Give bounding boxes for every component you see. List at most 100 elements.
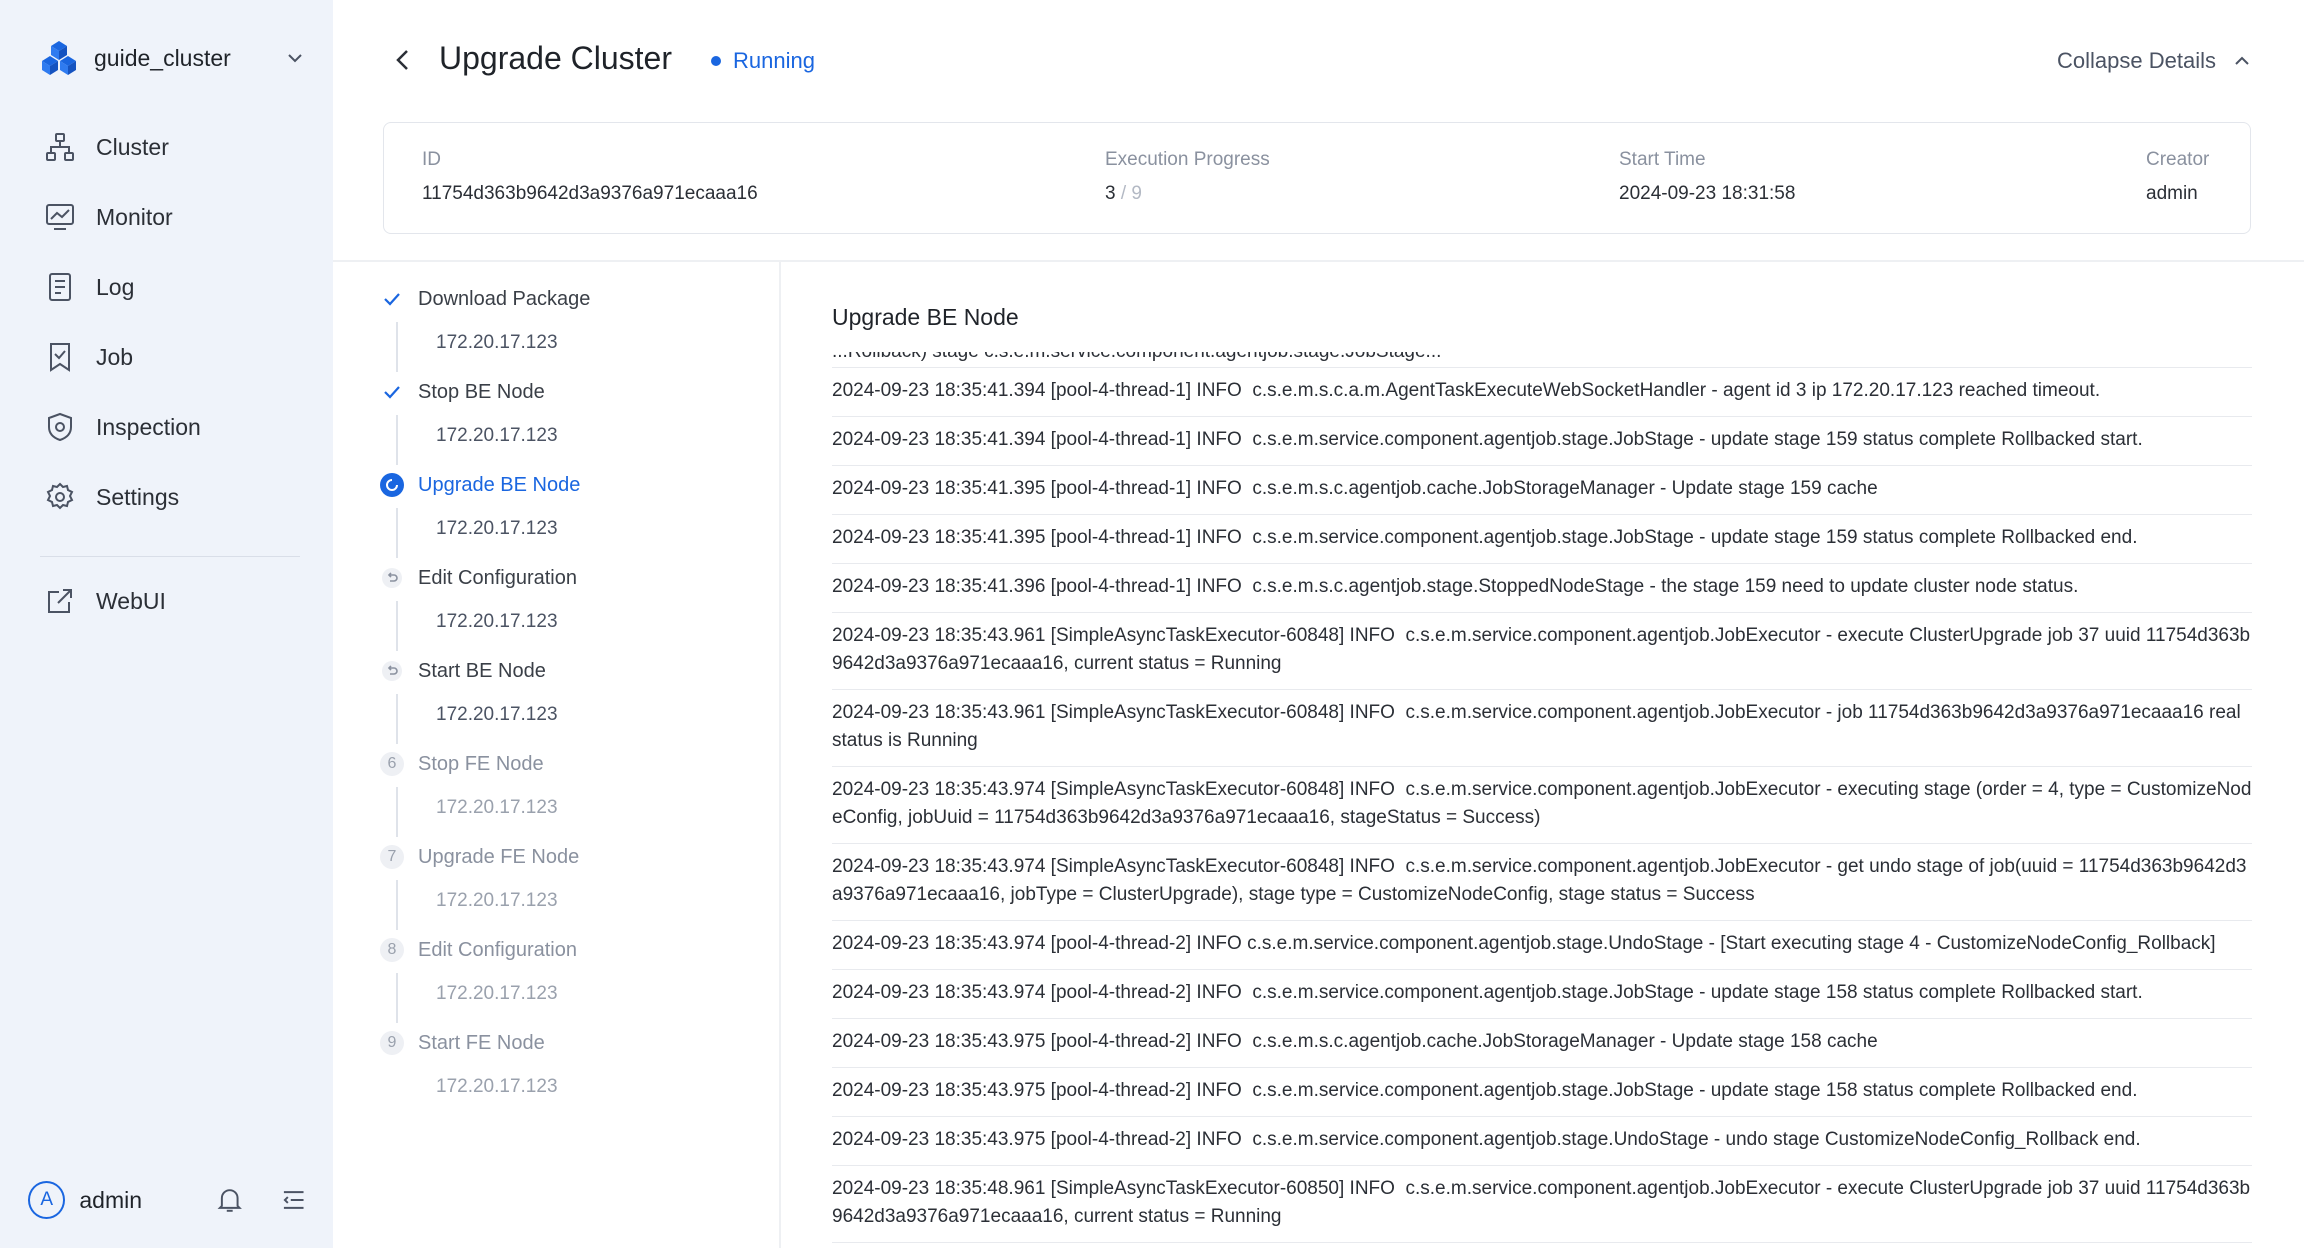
log-title: Upgrade BE Node xyxy=(832,304,1019,330)
log-entry: 2024-09-23 18:35:41.394 [pool-4-thread-1… xyxy=(832,368,2252,417)
nav-divider xyxy=(40,556,300,557)
log-entry-partial-text: ...Rollback) stage c.s.e.m.service.compo… xyxy=(832,352,1441,362)
check-icon xyxy=(380,380,404,404)
inspection-icon xyxy=(48,412,72,442)
panel-divider xyxy=(779,262,781,1248)
log-entry: 2024-09-23 18:35:43.975 [pool-4-thread-2… xyxy=(832,1068,2252,1117)
step-node-ip[interactable]: 172.20.17.123 xyxy=(436,518,558,540)
step-title: Stop FE Node xyxy=(418,752,544,775)
step-title: Start FE Node xyxy=(418,1031,545,1054)
info-creator: Creator admin xyxy=(2146,149,2209,205)
step-item[interactable]: 6 Stop FE Node 172.20.17.123 xyxy=(380,747,770,840)
log-panel: Upgrade BE Node ...Rollback) stage c.s.e… xyxy=(832,262,2252,1248)
step-node-ip[interactable]: 172.20.17.123 xyxy=(436,704,558,726)
creator-value: admin xyxy=(2146,183,2198,204)
undo-icon xyxy=(380,659,404,683)
step-item-active[interactable]: Upgrade BE Node 172.20.17.123 xyxy=(380,468,770,561)
nav-item-monitor[interactable]: Monitor xyxy=(0,182,333,252)
nav-item-job[interactable]: Job xyxy=(0,322,333,392)
step-item[interactable]: Stop BE Node 172.20.17.123 xyxy=(380,375,770,468)
step-node-ip[interactable]: 172.20.17.123 xyxy=(436,1076,558,1098)
nav-label-monitor: Monitor xyxy=(96,203,173,230)
step-title: Download Package xyxy=(418,287,591,310)
id-label: ID xyxy=(422,149,441,170)
step-number: 6 xyxy=(380,752,404,776)
step-connector xyxy=(396,880,398,930)
step-connector xyxy=(396,973,398,1023)
avatar[interactable]: A xyxy=(28,1181,66,1219)
log-entry: 2024-09-23 18:35:43.974 [SimpleAsyncTask… xyxy=(832,844,2252,921)
step-node-ip[interactable]: 172.20.17.123 xyxy=(436,890,558,912)
nav-item-webui[interactable]: WebUI xyxy=(0,566,333,636)
external-link-icon xyxy=(48,589,72,613)
step-node-ip[interactable]: 172.20.17.123 xyxy=(436,797,558,819)
info-progress: Execution Progress 3 / 9 xyxy=(1105,149,1270,205)
status-badge: Running xyxy=(711,48,815,74)
step-item[interactable]: Download Package 172.20.17.123 xyxy=(380,282,770,375)
nav-label-webui: WebUI xyxy=(96,587,166,614)
step-connector xyxy=(396,508,398,558)
step-node-ip[interactable]: 172.20.17.123 xyxy=(436,983,558,1005)
progress-total: / 9 xyxy=(1120,183,1142,204)
cluster-icon xyxy=(46,133,74,161)
job-icon xyxy=(50,343,70,372)
monitor-icon xyxy=(46,204,74,230)
log-icon xyxy=(49,273,71,301)
cluster-logo-icon xyxy=(42,41,76,75)
nav-item-cluster[interactable]: Cluster xyxy=(0,112,333,182)
step-item[interactable]: Start BE Node 172.20.17.123 xyxy=(380,654,770,747)
step-node-ip[interactable]: 172.20.17.123 xyxy=(436,425,558,447)
nav-label-log: Log xyxy=(96,273,135,300)
log-entry: 2024-09-23 18:35:41.395 [pool-4-thread-1… xyxy=(832,466,2252,515)
step-node-ip[interactable]: 172.20.17.123 xyxy=(436,611,558,633)
step-connector xyxy=(396,787,398,837)
bell-icon[interactable] xyxy=(215,1185,244,1215)
step-connector xyxy=(396,694,398,744)
log-entry-partial: ...Rollback) stage c.s.e.m.service.compo… xyxy=(832,352,2252,368)
loading-icon xyxy=(380,473,404,497)
step-item[interactable]: 7 Upgrade FE Node 172.20.17.123 xyxy=(380,840,770,933)
status-dot xyxy=(711,56,721,66)
sidebar-nav: Cluster Monitor Log Job Inspection Setti… xyxy=(0,112,333,532)
step-item[interactable]: Edit Configuration 172.20.17.123 xyxy=(380,561,770,654)
status-text: Running xyxy=(733,48,815,73)
step-number: 8 xyxy=(380,938,404,962)
step-title: Start BE Node xyxy=(418,659,546,682)
nav-label-inspection: Inspection xyxy=(96,413,201,440)
log-entry: 2024-09-23 18:35:43.961 [SimpleAsyncTask… xyxy=(832,613,2252,690)
undo-icon xyxy=(380,566,404,590)
step-title: Stop BE Node xyxy=(418,380,545,403)
info-start-time: Start Time 2024-09-23 18:31:58 xyxy=(1619,149,1795,205)
cluster-name: guide_cluster xyxy=(94,44,231,71)
cluster-switcher[interactable]: guide_cluster xyxy=(40,38,306,78)
start-time-label: Start Time xyxy=(1619,149,1706,170)
collapse-details-button[interactable]: Collapse Details xyxy=(2057,48,2252,74)
progress-label: Execution Progress xyxy=(1105,149,1270,170)
step-title: Upgrade FE Node xyxy=(418,845,580,868)
creator-label: Creator xyxy=(2146,149,2210,170)
page-title: Upgrade Cluster xyxy=(439,40,672,76)
nav-item-settings[interactable]: Settings xyxy=(0,462,333,532)
user-name[interactable]: admin xyxy=(79,1187,197,1214)
nav-item-inspection[interactable]: Inspection xyxy=(0,392,333,462)
step-item[interactable]: 9 Start FE Node 172.20.17.123 xyxy=(380,1026,770,1119)
chevron-down-icon xyxy=(288,54,302,63)
log-entry: 2024-09-23 18:35:43.974 [pool-4-thread-2… xyxy=(832,921,2252,970)
step-connector xyxy=(396,322,398,372)
nav-item-log[interactable]: Log xyxy=(0,252,333,322)
job-info-card: ID 11754d363b9642d3a9376a971ecaaa16 Exec… xyxy=(383,122,2251,234)
nav-label-cluster: Cluster xyxy=(96,133,169,160)
step-list: Download Package 172.20.17.123 Stop BE N… xyxy=(380,282,770,1119)
log-list[interactable]: ...Rollback) stage c.s.e.m.service.compo… xyxy=(832,352,2252,1248)
nav-label-job: Job xyxy=(96,343,134,370)
log-entry: 2024-09-23 18:35:43.961 [SimpleAsyncTask… xyxy=(832,690,2252,767)
step-title: Upgrade BE Node xyxy=(418,473,581,496)
step-item[interactable]: 8 Edit Configuration 172.20.17.123 xyxy=(380,933,770,1026)
collapse-menu-icon[interactable] xyxy=(279,1185,308,1215)
back-arrow-icon[interactable] xyxy=(387,44,419,76)
step-node-ip[interactable]: 172.20.17.123 xyxy=(436,332,558,354)
start-time-value: 2024-09-23 18:31:58 xyxy=(1619,183,1796,204)
collapse-details-label: Collapse Details xyxy=(2057,48,2216,73)
step-connector xyxy=(396,601,398,651)
log-entry: 2024-09-23 18:35:48.961 [SimpleAsyncTask… xyxy=(832,1166,2252,1243)
